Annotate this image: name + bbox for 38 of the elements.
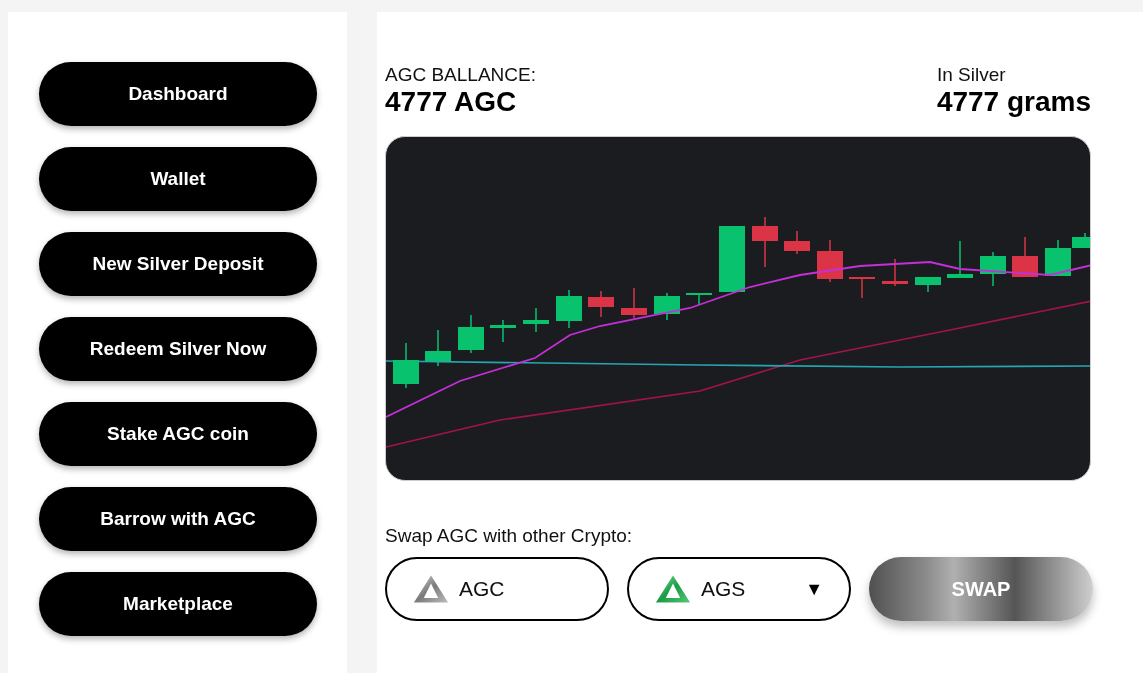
caret-icon: ▼: [805, 578, 823, 600]
triangle-logo-icon: [655, 574, 691, 604]
candlestick: [654, 292, 680, 321]
nav-button[interactable]: Wallet: [39, 147, 317, 211]
candlestick: [425, 329, 451, 367]
candlestick: [719, 225, 745, 293]
candlestick: [523, 307, 549, 333]
nav-button[interactable]: Dashboard: [39, 62, 317, 126]
swap-button[interactable]: SWAP: [869, 557, 1093, 621]
candlestick: [1012, 236, 1038, 278]
coin-dropdown[interactable]: AGS ▼: [627, 557, 851, 621]
balance-value: 4777 AGC: [385, 86, 518, 118]
candlestick: [752, 216, 778, 268]
triangle-logo-icon: [413, 574, 449, 604]
candlestick: [686, 292, 712, 306]
candlestick: [849, 276, 875, 299]
swap-label: Swap AGC with other Crypto:: [385, 525, 634, 547]
grams-label: In Silver: [936, 64, 1007, 86]
nav-button[interactable]: Marketplace: [39, 572, 317, 636]
nav-button[interactable]: New Silver Deposit: [39, 232, 317, 296]
grams-value: 4777 grams: [936, 86, 1091, 118]
candlestick: [588, 290, 614, 318]
candlestick: [817, 239, 843, 283]
candlestick: [915, 276, 941, 293]
candlestick: [621, 287, 647, 319]
candlestick: [980, 251, 1006, 287]
candlestick: [556, 289, 582, 329]
nav-button[interactable]: Barrow with AGC: [39, 487, 317, 551]
candlestick: [490, 319, 516, 343]
candlestick: [947, 240, 973, 279]
candlestick: [784, 230, 810, 255]
candlestick: [458, 314, 484, 354]
coin-field[interactable]: AGC: [385, 557, 609, 621]
nav-button[interactable]: Stake AGC coin: [39, 402, 317, 466]
candlestick: [393, 342, 419, 389]
candlestick: [882, 258, 908, 287]
balance-label: AGC BALLANCE:: [385, 64, 536, 86]
nav-button[interactable]: Redeem Silver Now: [39, 317, 317, 381]
